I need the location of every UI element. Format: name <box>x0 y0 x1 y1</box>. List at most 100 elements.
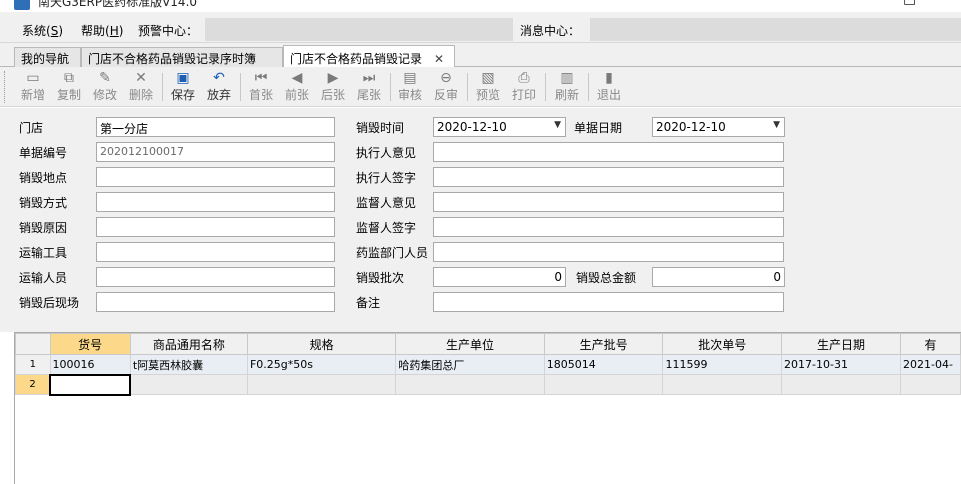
dropdown-arrow-icon[interactable]: ▼ <box>773 120 780 130</box>
button-label: 删除 <box>128 88 153 102</box>
transporter-field[interactable] <box>96 267 335 287</box>
menu-help[interactable]: 帮助(H) <box>81 22 123 39</box>
dropdown-arrow-icon[interactable]: ▼ <box>554 120 561 130</box>
message-center-area[interactable] <box>590 18 961 41</box>
menu-system[interactable]: 系统(S) <box>22 22 63 39</box>
column-header[interactable]: 货号 <box>49 333 131 355</box>
site-field[interactable] <box>96 292 335 312</box>
print-icon: ⎙ <box>518 70 530 86</box>
tab-destroy-record-journal[interactable]: 门店不合格药品销毁记录序时簿 <box>81 47 283 67</box>
supervisor-sign-field[interactable] <box>433 217 784 237</box>
new-doc-icon: ▭ <box>26 70 40 86</box>
table-cell[interactable]: t阿莫西林胶囊 <box>129 354 248 375</box>
copy-icon: ⧉ <box>64 70 74 86</box>
minimize-button[interactable]: – <box>860 0 867 7</box>
table-cell[interactable] <box>543 374 664 395</box>
tab-my-navigation[interactable]: 我的导航 <box>14 47 81 67</box>
alert-center-area[interactable] <box>205 18 513 41</box>
alert-center-label: 预警中心： <box>138 24 199 38</box>
tab-destroy-record[interactable]: 门店不合格药品销毁记录 ✕ <box>283 45 455 68</box>
destroy-time-label: 销毁时间 <box>356 121 405 135</box>
new-button[interactable]: ▭ 新增 <box>16 69 50 105</box>
delete-button[interactable]: ✕ 删除 <box>124 69 158 105</box>
delete-icon: ✕ <box>135 70 147 86</box>
preview-button[interactable]: ▧ 预览 <box>471 69 505 105</box>
tab-label: 我的导航 <box>21 52 70 66</box>
exit-button[interactable]: ▮ 退出 <box>592 69 626 105</box>
table-cell[interactable]: 111599 <box>662 354 783 375</box>
menu-system-key: S <box>50 24 59 38</box>
table-cell[interactable] <box>246 374 397 395</box>
place-field[interactable] <box>96 167 335 187</box>
batch-label: 销毁批次 <box>356 271 405 285</box>
transport-field[interactable] <box>96 242 335 262</box>
doc-no-label: 单据编号 <box>19 146 68 160</box>
table-cell[interactable] <box>662 374 783 395</box>
tab-label: 门店不合格药品销毁记录 <box>290 52 423 66</box>
executor-sign-label: 执行人签字 <box>356 171 417 185</box>
doc-no-field[interactable]: 202012100017 <box>96 142 335 162</box>
table-cell[interactable]: 100016 <box>49 354 131 375</box>
button-label: 退出 <box>596 88 621 102</box>
table-cell[interactable]: 2017-10-31 <box>781 354 902 375</box>
remark-field[interactable] <box>433 292 784 312</box>
table-row[interactable]: 2 <box>15 373 961 396</box>
refresh-button[interactable]: ▥ 刷新 <box>550 69 584 105</box>
discard-button[interactable]: ↶ 放弃 <box>202 69 236 105</box>
first-button[interactable]: ⏮ 首张 <box>244 69 278 105</box>
save-button[interactable]: ▣ 保存 <box>166 69 200 105</box>
next-button[interactable]: ▶ 后张 <box>316 69 350 105</box>
column-header[interactable]: 有 <box>900 333 961 355</box>
active-cell[interactable] <box>49 373 132 396</box>
column-header[interactable]: 生产批号 <box>543 333 664 355</box>
fda-staff-field[interactable] <box>433 242 784 262</box>
executor-opinion-field[interactable] <box>433 142 784 162</box>
table-cell[interactable] <box>129 374 248 395</box>
doc-date-picker[interactable]: 2020-12-10 ▼ <box>652 117 785 137</box>
column-header[interactable]: 生产单位 <box>395 333 545 355</box>
destroy-time-picker[interactable]: 2020-12-10 ▼ <box>433 117 566 137</box>
total-amount-field[interactable]: 0 <box>652 267 785 287</box>
button-label: 首张 <box>248 88 273 102</box>
batch-field[interactable]: 0 <box>433 267 566 287</box>
row-number[interactable]: 2 <box>15 374 51 395</box>
doc-date-label: 单据日期 <box>574 121 623 135</box>
copy-button[interactable]: ⧉ 复制 <box>52 69 86 105</box>
table-cell[interactable] <box>900 374 961 395</box>
row-number[interactable]: 1 <box>15 354 51 375</box>
edit-button[interactable]: ✎ 修改 <box>88 69 122 105</box>
detail-table: 货号 商品通用名称 规格 生产单位 生产批号 批次单号 生产日期 有 1 100… <box>15 333 961 396</box>
row-header-corner[interactable] <box>15 333 51 355</box>
column-header[interactable]: 规格 <box>246 333 397 355</box>
button-label: 反审 <box>433 88 458 102</box>
column-header[interactable]: 商品通用名称 <box>129 333 248 355</box>
table-row[interactable]: 1 100016 t阿莫西林胶囊 F0.25g*50s 哈药集团总厂 18050… <box>15 354 961 375</box>
exit-icon: ▮ <box>605 70 613 86</box>
method-field[interactable] <box>96 192 335 212</box>
reason-field[interactable] <box>96 217 335 237</box>
store-field[interactable]: 第一分店 <box>96 117 335 137</box>
table-cell[interactable] <box>395 374 545 395</box>
column-header[interactable]: 批次单号 <box>662 333 783 355</box>
column-header[interactable]: 生产日期 <box>781 333 902 355</box>
table-cell[interactable]: 1805014 <box>543 354 664 375</box>
prev-button[interactable]: ◀ 前张 <box>280 69 314 105</box>
button-label: 尾张 <box>356 88 381 102</box>
toolbar-grip[interactable] <box>4 71 7 103</box>
remark-label: 备注 <box>356 296 381 310</box>
table-cell[interactable]: F0.25g*50s <box>246 354 397 375</box>
supervisor-opinion-field[interactable] <box>433 192 784 212</box>
print-button[interactable]: ⎙ 打印 <box>507 69 541 105</box>
executor-opinion-label: 执行人意见 <box>356 146 417 160</box>
last-button[interactable]: ⏭ 尾张 <box>352 69 386 105</box>
audit-button[interactable]: ▤ 审核 <box>393 69 427 105</box>
table-cell[interactable]: 2021-04- <box>900 354 961 375</box>
executor-sign-field[interactable] <box>433 167 784 187</box>
toolbar-separator <box>467 73 468 101</box>
doc-date-value: 2020-12-10 <box>656 120 726 134</box>
maximize-button[interactable]: □ <box>903 0 916 7</box>
close-icon[interactable]: ✕ <box>434 52 444 66</box>
table-cell[interactable]: 哈药集团总厂 <box>395 354 545 375</box>
table-cell[interactable] <box>781 374 902 395</box>
unaudit-button[interactable]: ⊖ 反审 <box>429 69 463 105</box>
